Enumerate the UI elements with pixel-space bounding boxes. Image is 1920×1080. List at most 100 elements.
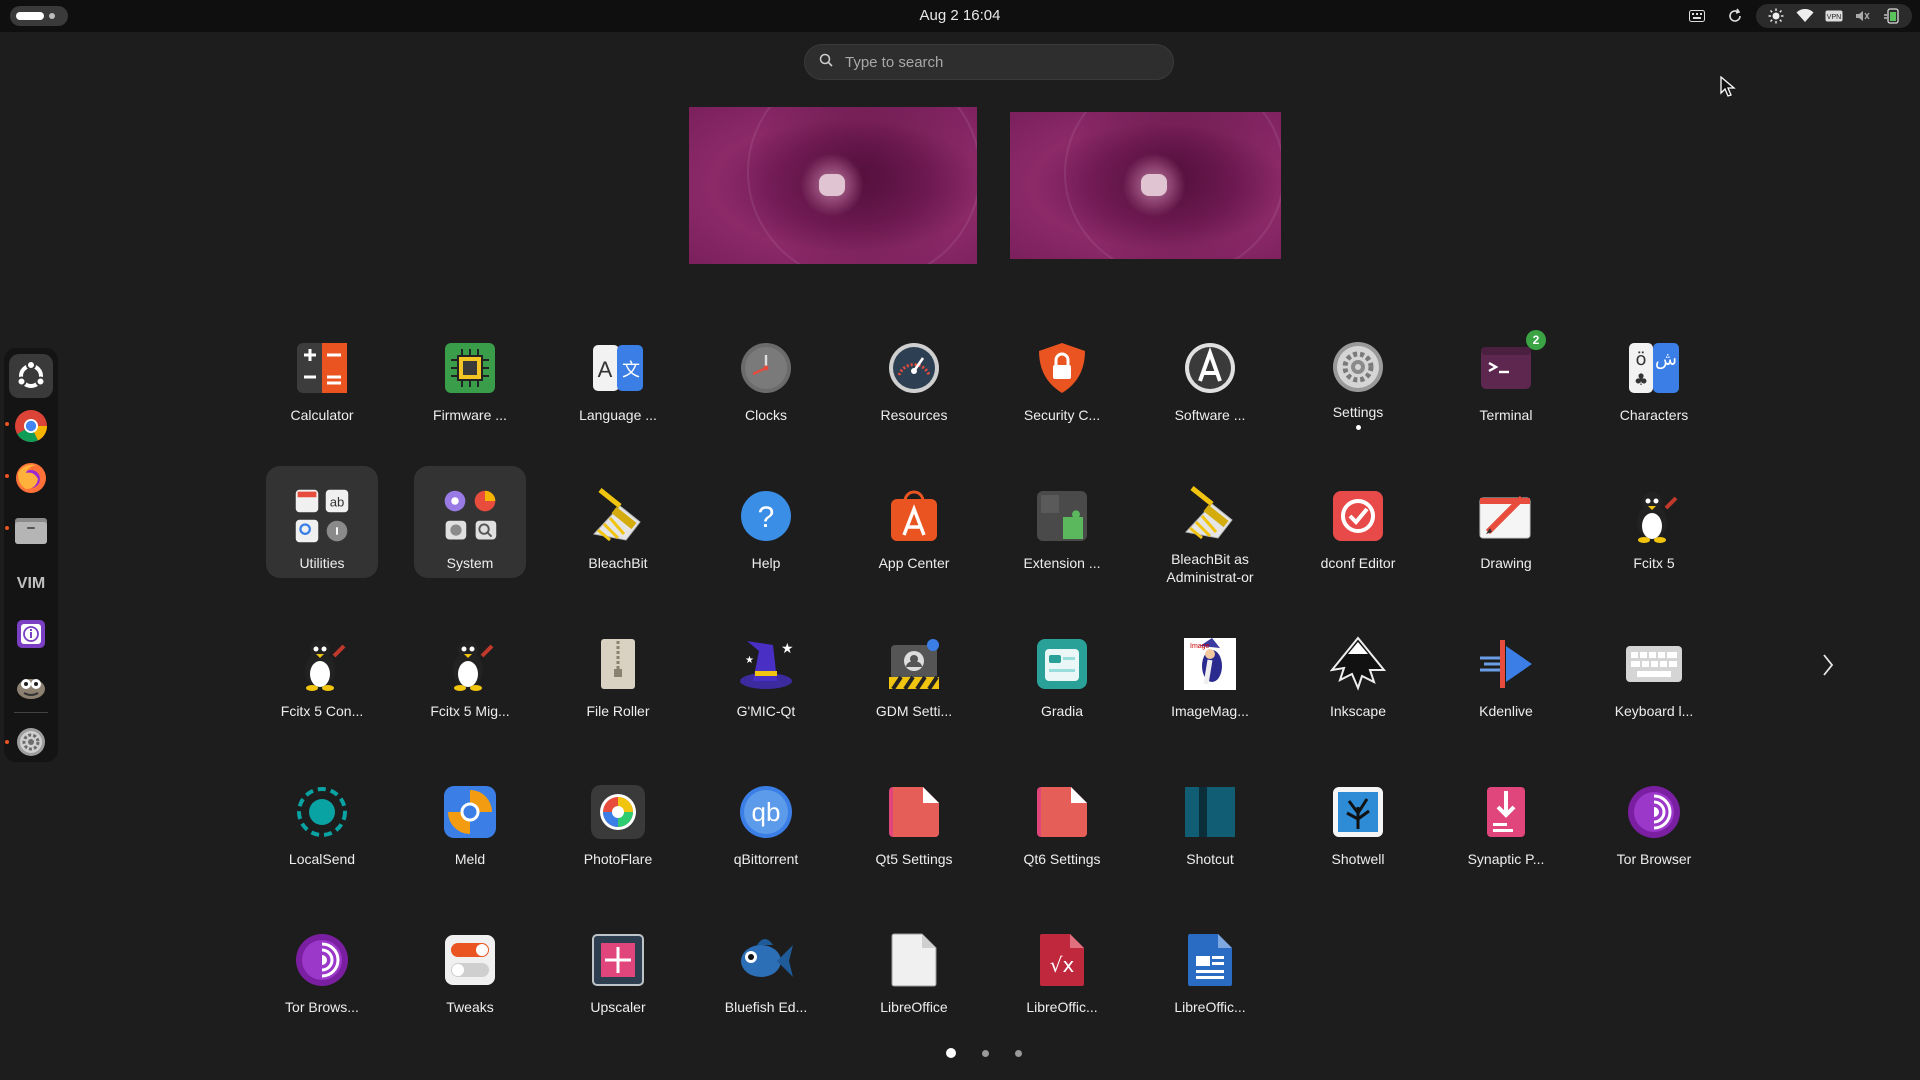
app-tile[interactable]: 2 Terminal bbox=[1450, 318, 1562, 430]
dock-item-firefox[interactable] bbox=[9, 456, 53, 500]
next-page-button[interactable] bbox=[1818, 650, 1838, 680]
app-tile[interactable]: Extension ... bbox=[1006, 466, 1118, 578]
app-tile[interactable]: ab Utilities bbox=[266, 466, 378, 578]
chip-icon bbox=[440, 338, 500, 398]
app-label: qBittorrent bbox=[733, 851, 799, 867]
dock-item-chrome[interactable] bbox=[9, 404, 53, 448]
app-tile[interactable]: Tor Brows... bbox=[266, 910, 378, 1022]
app-tile[interactable]: Upscaler bbox=[562, 910, 674, 1022]
app-tile[interactable]: System bbox=[414, 466, 526, 578]
vpn-icon: VPN bbox=[1824, 6, 1844, 26]
app-tile[interactable]: Meld bbox=[414, 762, 526, 874]
app-tile[interactable]: ★ ★ G'MIC-Qt bbox=[710, 614, 822, 726]
app-tile[interactable]: LibreOffice bbox=[858, 910, 970, 1022]
app-tile[interactable]: Inkscape bbox=[1302, 614, 1414, 726]
app-tile[interactable]: Fcitx 5 bbox=[1598, 466, 1710, 578]
workspace-thumbnail-1[interactable] bbox=[689, 107, 977, 264]
brightness-icon bbox=[1766, 6, 1786, 26]
app-tile[interactable]: Gradia bbox=[1006, 614, 1118, 726]
refresh-icon[interactable] bbox=[1725, 6, 1745, 26]
app-tile[interactable]: ? Help bbox=[710, 466, 822, 578]
app-tile[interactable]: Qt6 Settings bbox=[1006, 762, 1118, 874]
system-status-menu[interactable]: VPN bbox=[1756, 4, 1912, 28]
search-input[interactable] bbox=[845, 53, 1145, 71]
dock-item-gimp[interactable] bbox=[9, 664, 53, 708]
app-label: BleachBit bbox=[588, 555, 648, 571]
dock-item-vim[interactable]: VIM bbox=[9, 560, 53, 604]
page-dot-3[interactable] bbox=[1015, 1049, 1022, 1057]
shotcut-icon bbox=[1180, 782, 1240, 842]
dock-item-files[interactable] bbox=[9, 508, 53, 552]
app-tile[interactable]: dconf Editor bbox=[1302, 466, 1414, 578]
svg-text:?: ? bbox=[758, 501, 775, 534]
app-label: Kdenlive bbox=[1479, 703, 1533, 719]
app-tile[interactable]: Bluefish Ed... bbox=[710, 910, 822, 1022]
ubuntu-wallpaper-logo-icon bbox=[800, 153, 864, 217]
app-tile[interactable]: Clocks bbox=[710, 318, 822, 430]
app-tile[interactable]: Synaptic P... bbox=[1450, 762, 1562, 874]
search-bar[interactable] bbox=[804, 44, 1174, 80]
app-tile[interactable]: Security C... bbox=[1006, 318, 1118, 430]
app-label: dconf Editor bbox=[1320, 555, 1396, 571]
app-tile[interactable]: Resources bbox=[858, 318, 970, 430]
app-tile[interactable]: Tor Browser bbox=[1598, 762, 1710, 874]
toggle-icon bbox=[440, 930, 500, 990]
app-tile[interactable]: √x LibreOffic... bbox=[1006, 910, 1118, 1022]
app-label: Characters bbox=[1619, 407, 1689, 423]
app-tile[interactable]: LibreOffic... bbox=[1154, 910, 1266, 1022]
vim-icon: VIM bbox=[17, 575, 45, 592]
app-tile[interactable]: Drawing bbox=[1450, 466, 1562, 578]
app-tile[interactable]: Fcitx 5 Con... bbox=[266, 614, 378, 726]
svg-text:文: 文 bbox=[622, 360, 640, 381]
app-tile[interactable]: PhotoFlare bbox=[562, 762, 674, 874]
app-tile[interactable]: Shotcut bbox=[1154, 762, 1266, 874]
dconf-icon bbox=[1328, 486, 1388, 546]
app-tile[interactable]: A 文 Language ... bbox=[562, 318, 674, 430]
app-tile[interactable]: LocalSend bbox=[266, 762, 378, 874]
app-label: Utilities bbox=[299, 555, 345, 571]
app-tile[interactable]: GDM Setti... bbox=[858, 614, 970, 726]
app-tile[interactable]: BleachBit bbox=[562, 466, 674, 578]
dock-item-info[interactable] bbox=[9, 612, 53, 656]
clock[interactable]: Aug 2 16:04 bbox=[0, 7, 1920, 24]
app-tile[interactable]: Image ImageMag... bbox=[1154, 614, 1266, 726]
app-tile[interactable]: Keyboard l... bbox=[1598, 614, 1710, 726]
app-tile[interactable]: ö ♣ ش Characters bbox=[1598, 318, 1710, 430]
app-tile[interactable]: Settings bbox=[1302, 318, 1414, 430]
workspace-thumbnail-2[interactable] bbox=[1010, 112, 1281, 259]
app-tile[interactable]: Kdenlive bbox=[1450, 614, 1562, 726]
page-dot-2[interactable] bbox=[982, 1049, 989, 1057]
app-label: Tor Brows... bbox=[285, 999, 359, 1015]
app-tile[interactable]: Calculator bbox=[266, 318, 378, 430]
app-label: Firmware ... bbox=[433, 407, 507, 423]
svg-text:★: ★ bbox=[781, 641, 794, 657]
mouse-pointer-icon bbox=[1720, 75, 1736, 103]
app-label: LibreOffic... bbox=[1174, 999, 1246, 1015]
app-tile[interactable]: App Center bbox=[858, 466, 970, 578]
app-tile[interactable]: Shotwell bbox=[1302, 762, 1414, 874]
app-tile[interactable]: BleachBit as Administrat-or bbox=[1154, 466, 1266, 585]
dock-item-settings[interactable] bbox=[9, 720, 53, 764]
app-tile[interactable]: Qt5 Settings bbox=[858, 762, 970, 874]
dock-show-apps-button[interactable] bbox=[9, 354, 53, 398]
app-tile[interactable]: Firmware ... bbox=[414, 318, 526, 430]
app-tile[interactable]: qb qBittorrent bbox=[710, 762, 822, 874]
photoflare-icon bbox=[588, 782, 648, 842]
app-tile[interactable]: Software ... bbox=[1154, 318, 1266, 430]
app-label: System bbox=[446, 555, 494, 571]
page-dot-1[interactable] bbox=[946, 1048, 956, 1058]
app-tile[interactable]: Fcitx 5 Mig... bbox=[414, 614, 526, 726]
clock-icon bbox=[736, 338, 796, 398]
app-label: PhotoFlare bbox=[583, 851, 653, 867]
shotwell-icon bbox=[1328, 782, 1388, 842]
app-tile[interactable]: File Roller bbox=[562, 614, 674, 726]
app-tile[interactable]: Tweaks bbox=[414, 910, 526, 1022]
shield-lock-icon bbox=[1032, 338, 1092, 398]
svg-text:VIM: VIM bbox=[17, 575, 45, 592]
firefox-icon bbox=[16, 463, 46, 493]
info-icon bbox=[17, 620, 45, 648]
app-center-icon bbox=[884, 486, 944, 546]
page-indicator bbox=[946, 1048, 1022, 1058]
language-icon: A文 bbox=[588, 338, 648, 398]
keyboard-icon[interactable] bbox=[1687, 6, 1707, 26]
